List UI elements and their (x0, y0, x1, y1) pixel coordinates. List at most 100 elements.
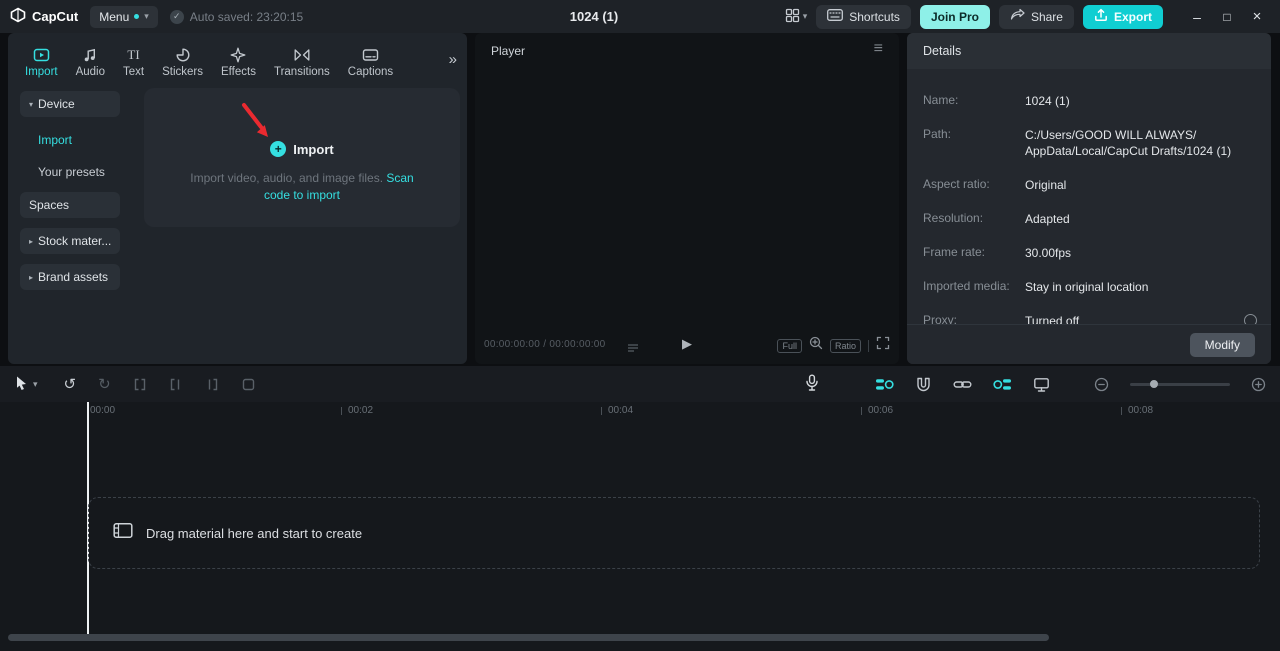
ruler-tick (861, 407, 862, 415)
import-tab-icon (33, 46, 50, 63)
timeline[interactable]: 00:00 00:02 00:04 00:06 00:08 Drag mater… (0, 402, 1280, 651)
tab-effects[interactable]: Effects (212, 39, 265, 85)
import-button[interactable]: + Import (144, 141, 460, 157)
share-label: Share (1030, 9, 1063, 24)
share-icon (1010, 8, 1025, 25)
autosave-status: ✓ Auto saved: 23:20:15 (169, 9, 303, 24)
timeline-toolbar: ▾ ↺ ↻ (0, 366, 1280, 402)
join-pro-button[interactable]: Join Pro (919, 4, 990, 29)
fullscreen-icon[interactable] (876, 336, 890, 355)
shortcuts-button[interactable]: Shortcuts (816, 4, 911, 29)
player-menu-icon[interactable]: ≡ (874, 40, 883, 58)
export-button[interactable]: Export (1082, 4, 1163, 29)
capcut-logo: CapCut (10, 7, 78, 26)
ratio-button[interactable]: Ratio (829, 338, 861, 353)
keyboard-icon (827, 9, 844, 24)
timecode-options-icon[interactable] (627, 340, 639, 358)
redo-button[interactable]: ↻ (98, 375, 111, 393)
horizontal-scrollbar[interactable] (8, 634, 1049, 641)
sidebar-item-spaces[interactable]: Spaces (20, 192, 120, 218)
detail-row-path: Path: C:/Users/GOOD WILL ALWAYS/ AppData… (923, 127, 1232, 158)
cursor-icon (14, 375, 29, 394)
window-controls: – □ × (1182, 8, 1272, 25)
player-panel-title: Player (491, 44, 526, 58)
detail-row-imported-media: Imported media: Stay in original locatio… (923, 279, 1149, 294)
plus-icon: + (270, 141, 287, 157)
link-clips-toggle[interactable] (953, 376, 972, 393)
text-icon: TI (127, 46, 140, 62)
player-panel: Player ≡ 00:00:00:00 / 00:00:00:00 ▶ Ful… (475, 33, 899, 364)
app-name: CapCut (32, 9, 79, 24)
detail-row-aspect-ratio: Aspect ratio: Original (923, 177, 1067, 192)
export-icon (1094, 8, 1108, 25)
ruler-tick (601, 407, 602, 415)
modify-button[interactable]: Modify (1189, 332, 1255, 357)
divider (868, 339, 869, 352)
details-panel-title: Details (907, 33, 1271, 69)
ruler-tick (1121, 407, 1122, 415)
menu-label: Menu (99, 9, 130, 24)
sidebar-item-your-presets[interactable]: Your presets (38, 165, 105, 179)
expand-tabs-icon[interactable]: » (449, 51, 457, 68)
share-button[interactable]: Share (998, 4, 1074, 29)
zoom-slider-handle[interactable] (1150, 379, 1158, 388)
record-voiceover-button[interactable] (805, 374, 819, 394)
sticker-icon (175, 46, 191, 63)
sidebar-item-stock-materials[interactable]: ▸ Stock mater... (20, 228, 120, 254)
shortcuts-label: Shortcuts (849, 9, 900, 24)
split-button[interactable] (133, 377, 147, 392)
auto-snap-toggle[interactable] (915, 376, 932, 393)
timeline-dropzone[interactable]: Drag material here and start to create (88, 497, 1260, 569)
tab-text[interactable]: TI Text (114, 39, 153, 85)
tab-stickers[interactable]: Stickers (153, 39, 212, 85)
select-tool-button[interactable] (14, 375, 29, 394)
maximize-button[interactable]: □ (1212, 10, 1242, 24)
preview-axis-toggle[interactable] (1033, 376, 1050, 393)
zoom-in-button[interactable] (1251, 377, 1266, 392)
media-tabs: Import Audio TI Text Stickers Effects Tr… (16, 39, 441, 85)
layout-button[interactable]: ▾ (785, 8, 808, 26)
join-pro-label: Join Pro (930, 9, 979, 24)
import-dropzone-card[interactable]: + Import Import video, audio, and image … (144, 88, 460, 227)
player-controls: 00:00:00:00 / 00:00:00:00 ▶ Full Ratio (475, 334, 899, 356)
chevron-down-icon: ▾ (29, 99, 34, 109)
ruler-label: 00:08 (1128, 405, 1154, 416)
delete-left-button[interactable] (169, 377, 183, 392)
details-panel: Details Name: 1024 (1) Path: C:/Users/GO… (907, 33, 1271, 364)
transitions-icon (293, 46, 311, 63)
menu-button[interactable]: Menu ▾ (90, 5, 158, 28)
zoom-out-button[interactable] (1094, 377, 1109, 392)
close-button[interactable]: × (1242, 8, 1272, 25)
zoom-fit-icon[interactable] (809, 336, 823, 355)
detail-row-frame-rate: Frame rate: 30.00fps (923, 245, 1072, 260)
media-panel: Import Audio TI Text Stickers Effects Tr… (8, 33, 467, 364)
timeline-zoom-slider[interactable] (1130, 379, 1230, 388)
ruler-tick (341, 407, 342, 415)
titlebar: CapCut Menu ▾ ✓ Auto saved: 23:20:15 102… (0, 0, 1280, 33)
tab-audio[interactable]: Audio (67, 39, 114, 85)
play-button[interactable]: ▶ (682, 336, 692, 352)
export-label: Export (1113, 9, 1152, 24)
sidebar-item-import[interactable]: Import (38, 133, 72, 147)
full-quality-button[interactable]: Full (777, 338, 802, 353)
chevron-down-icon: ▾ (802, 11, 808, 21)
tab-captions[interactable]: Captions (339, 39, 402, 85)
details-footer: Modify (907, 324, 1271, 364)
microphone-icon (805, 374, 819, 394)
delete-right-button[interactable] (205, 377, 219, 392)
ruler-label: 00:00 (90, 405, 116, 416)
effects-star-icon (230, 46, 246, 63)
overwrite-mode-toggle[interactable] (993, 376, 1012, 393)
capcut-window: CapCut Menu ▾ ✓ Auto saved: 23:20:15 102… (0, 0, 1280, 651)
tab-import[interactable]: Import (16, 39, 67, 85)
sidebar-item-device[interactable]: ▾ Device (20, 91, 120, 117)
audio-icon (82, 46, 98, 63)
undo-button[interactable]: ↺ (64, 375, 77, 393)
main-track-magnet-toggle[interactable] (875, 376, 894, 393)
minimize-button[interactable]: – (1182, 9, 1212, 25)
tab-transitions[interactable]: Transitions (265, 39, 339, 85)
sidebar-item-brand-assets[interactable]: ▸ Brand assets (20, 264, 120, 290)
chevron-down-icon[interactable]: ▾ (33, 379, 38, 390)
chevron-down-icon: ▾ (144, 11, 149, 21)
delete-button[interactable] (241, 377, 256, 392)
